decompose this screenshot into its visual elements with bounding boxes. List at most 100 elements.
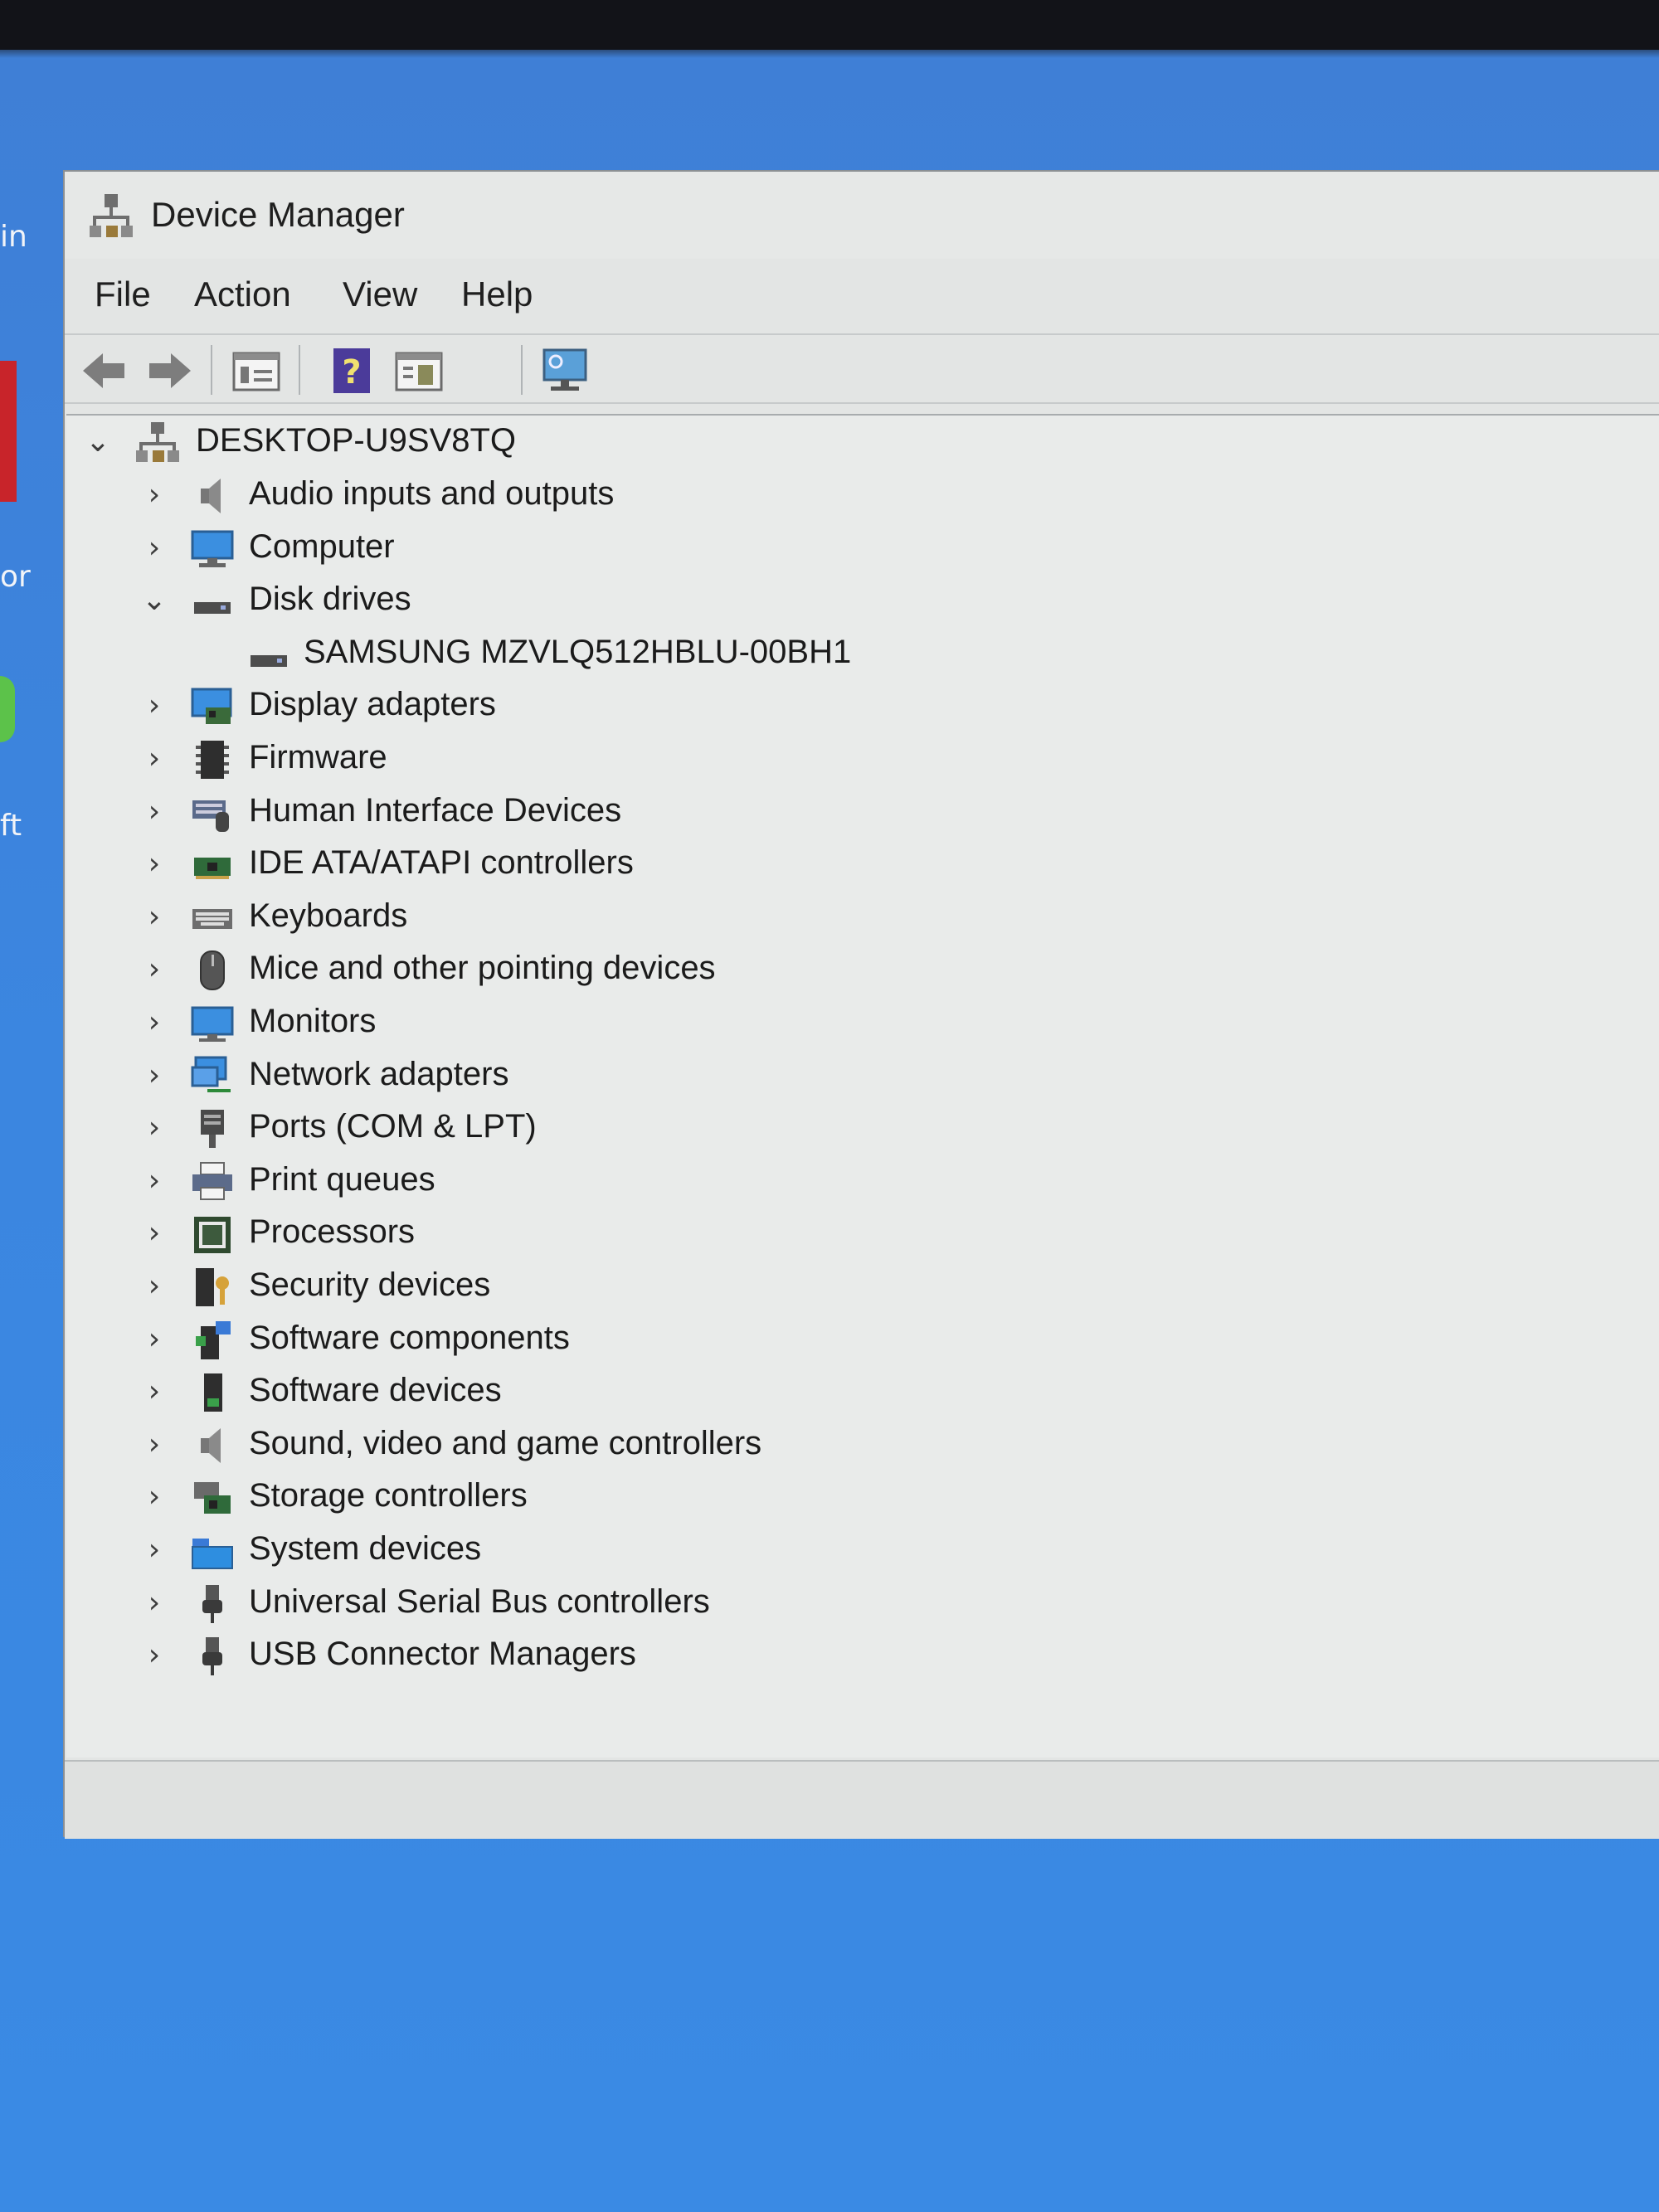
tree-item-label: Ports (COM & LPT) <box>249 1108 537 1145</box>
desktop-shortcut-label: or <box>0 560 31 594</box>
tree-root-label: DESKTOP-U9SV8TQ <box>196 422 517 459</box>
tree-item-sound-video-and-game-controllers[interactable]: › Sound, video and game controllers <box>66 1420 1642 1470</box>
desktop-shortcut-icon[interactable] <box>0 361 17 502</box>
back-icon[interactable] <box>78 345 129 396</box>
computer-icon <box>191 530 234 567</box>
expand-chevron-icon[interactable]: › <box>139 1377 169 1407</box>
tree-item-universal-serial-bus-controllers[interactable]: › Universal Serial Bus controllers <box>66 1578 1642 1628</box>
expand-chevron-icon[interactable]: › <box>139 744 169 774</box>
expand-chevron-icon[interactable]: › <box>139 1165 169 1196</box>
tree-item-processors[interactable]: › Processors <box>66 1208 1642 1258</box>
monitor-scan-icon[interactable] <box>539 345 591 396</box>
status-bar <box>65 1760 1659 1839</box>
tree-item-system-devices[interactable]: › System devices <box>66 1525 1642 1575</box>
tree-item-monitors[interactable]: › Monitors <box>66 998 1642 1048</box>
expand-chevron-icon[interactable]: › <box>139 1218 169 1248</box>
tree-item-human-interface-devices[interactable]: › Human Interface Devices <box>66 787 1642 837</box>
expand-chevron-icon[interactable]: › <box>139 1060 169 1091</box>
processor-icon <box>194 1217 231 1254</box>
title-bar[interactable]: Device Manager <box>65 172 1659 259</box>
firmware-icon <box>196 741 229 779</box>
expand-chevron-icon[interactable]: › <box>139 902 169 932</box>
expand-chevron-icon[interactable]: › <box>139 480 169 510</box>
toolbar: ? <box>65 333 1659 404</box>
expand-chevron-icon[interactable]: › <box>139 1482 169 1512</box>
collapse-chevron-icon[interactable]: ⌄ <box>83 427 113 457</box>
tree-item-label: Software devices <box>249 1372 502 1409</box>
tree-item-print-queues[interactable]: › Print queues <box>66 1156 1642 1206</box>
tree-item-usb-connector-managers[interactable]: › USB Connector Managers <box>66 1631 1642 1680</box>
tree-item-label: Print queues <box>249 1160 435 1198</box>
tree-item-security-devices[interactable]: › Security devices <box>66 1262 1642 1311</box>
system-device-icon <box>192 1539 233 1569</box>
computer-root-icon <box>136 422 179 462</box>
help-icon[interactable]: ? <box>327 345 378 396</box>
speaker-icon <box>201 479 221 513</box>
tree-item-network-adapters[interactable]: › Network adapters <box>66 1051 1642 1101</box>
tree-item-computer[interactable]: › Computer <box>66 523 1642 573</box>
tree-item-label: USB Connector Managers <box>249 1636 636 1673</box>
expand-chevron-icon[interactable]: › <box>139 1113 169 1143</box>
tree-item-display-adapters[interactable]: › Display adapters <box>66 681 1642 731</box>
toolbar-separator <box>521 345 523 395</box>
tree-item-label: Universal Serial Bus controllers <box>249 1582 710 1620</box>
tree-item-label: Computer <box>249 527 395 565</box>
tree-item-label: Network adapters <box>249 1055 509 1092</box>
tree-item-ide-ata-atapi-controllers[interactable]: › IDE ATA/ATAPI controllers <box>66 839 1642 889</box>
tree-item-label: Monitors <box>249 1003 377 1039</box>
window-title: Device Manager <box>151 195 405 234</box>
expand-chevron-icon[interactable]: › <box>139 796 169 827</box>
expand-chevron-icon[interactable]: › <box>139 849 169 879</box>
menu-help[interactable]: Help <box>461 275 533 314</box>
update-driver-icon[interactable] <box>393 345 445 396</box>
device-manager-window: Device Manager File Action View Help ? ⌄… <box>63 170 1659 1839</box>
expand-chevron-icon[interactable]: › <box>139 1008 169 1038</box>
tree-item-software-devices[interactable]: › Software devices <box>66 1367 1642 1417</box>
disk-drive-icon <box>251 654 287 667</box>
tree-item-mice-and-other-pointing-devices[interactable]: › Mice and other pointing devices <box>66 945 1642 994</box>
printer-icon <box>192 1161 232 1200</box>
forward-icon[interactable] <box>144 345 196 396</box>
expand-chevron-icon[interactable]: › <box>139 691 169 721</box>
expand-chevron-icon[interactable]: › <box>139 1271 169 1301</box>
tree-item-disk-drives[interactable]: ⌄ Disk drives <box>66 576 1642 625</box>
tree-child-item[interactable]: SAMSUNG MZVLQ512HBLU-00BH1 <box>66 629 1642 678</box>
tree-item-keyboards[interactable]: › Keyboards <box>66 892 1642 942</box>
expand-chevron-icon[interactable]: › <box>139 532 169 563</box>
svg-text:?: ? <box>342 353 361 391</box>
tree-item-label: Firmware <box>249 739 387 775</box>
tree-item-ports-com-lpt[interactable]: › Ports (COM & LPT) <box>66 1103 1642 1153</box>
tree-item-software-components[interactable]: › Software components <box>66 1315 1642 1364</box>
expand-chevron-icon[interactable]: › <box>139 955 169 984</box>
tree-item-audio-inputs-and-outputs[interactable]: › Audio inputs and outputs <box>66 470 1642 520</box>
tree-item-label: Human Interface Devices <box>249 791 622 829</box>
storage-controller-icon <box>194 1482 231 1514</box>
display-adapter-icon <box>191 688 232 725</box>
menu-action[interactable]: Action <box>194 275 291 314</box>
tree-root-row[interactable]: ⌄ DESKTOP-U9SV8TQ <box>66 417 1642 467</box>
properties-icon[interactable] <box>231 345 282 396</box>
desktop-shortcut-icon[interactable] <box>0 676 15 742</box>
monitor-icon <box>191 1006 234 1042</box>
expand-chevron-icon[interactable]: › <box>139 1587 169 1618</box>
tree-item-label: Keyboards <box>249 897 408 934</box>
expand-chevron-icon[interactable]: › <box>139 1324 169 1354</box>
software-device-icon <box>204 1373 222 1412</box>
expand-chevron-icon[interactable]: › <box>139 1429 169 1460</box>
expand-chevron-icon[interactable]: › <box>139 1535 169 1565</box>
tree-item-label: Disk drives <box>249 581 411 618</box>
network-adapter-icon <box>191 1056 231 1092</box>
tree-item-label: Mice and other pointing devices <box>249 950 716 987</box>
speaker-icon <box>201 1427 221 1463</box>
tree-item-label: Sound, video and game controllers <box>249 1424 762 1461</box>
tree-item-label: Audio inputs and outputs <box>249 475 615 512</box>
device-tree[interactable]: ⌄ DESKTOP-U9SV8TQ › Audio inputs and outp… <box>66 414 1659 1757</box>
tree-child-label: SAMSUNG MZVLQ512HBLU-00BH1 <box>304 633 852 670</box>
expand-chevron-icon[interactable]: › <box>139 1641 169 1670</box>
menu-file[interactable]: File <box>95 275 151 314</box>
tree-item-storage-controllers[interactable]: › Storage controllers <box>66 1472 1642 1522</box>
menu-view[interactable]: View <box>343 275 417 314</box>
tree-item-firmware[interactable]: › Firmware <box>66 734 1642 784</box>
screen-bezel <box>0 0 1659 50</box>
collapse-chevron-icon[interactable]: ⌄ <box>139 586 169 615</box>
